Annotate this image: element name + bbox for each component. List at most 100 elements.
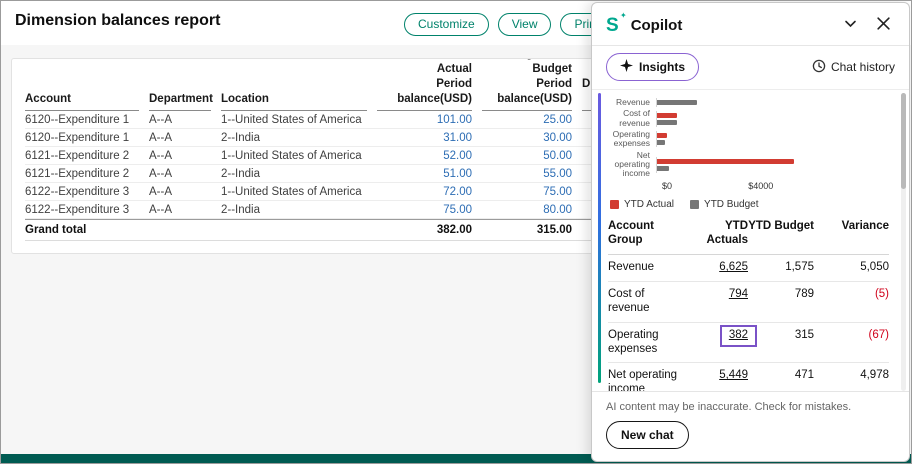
cell-account: 6121--Expenditure 2 xyxy=(25,147,139,164)
collapse-panel-button[interactable] xyxy=(841,14,860,36)
cell-actual-value[interactable]: 75.00 xyxy=(377,201,472,218)
summary-group-label: Net operating income xyxy=(608,369,682,391)
accent-gradient-line xyxy=(598,93,601,383)
summary-group-label: Operating expenses xyxy=(608,329,682,357)
copilot-title: Copilot xyxy=(631,17,841,34)
clock-icon xyxy=(812,59,826,76)
chart-category-label: Revenue xyxy=(608,98,656,107)
report-table-header: Account Department Location Actual Perio… xyxy=(25,79,625,111)
chart-category-label: Operating expenses xyxy=(608,130,656,149)
chart-legend: YTD Actual YTD Budget xyxy=(610,199,889,210)
cell-actual-value[interactable]: 72.00 xyxy=(377,183,472,200)
chart-bar-group xyxy=(656,157,889,173)
summary-group-label: Cost of revenue xyxy=(608,288,682,316)
cell-department: A--A xyxy=(149,201,211,218)
cell-actual-value[interactable]: 51.00 xyxy=(377,165,472,182)
chevron-down-icon xyxy=(843,16,858,34)
cell-location: 1--United States of America xyxy=(221,111,367,128)
copilot-chart-axis: $0 $4000 xyxy=(662,181,889,194)
cell-account: 6120--Expenditure 1 xyxy=(25,129,139,146)
table-row: 6122--Expenditure 3 A--A 1--United State… xyxy=(25,183,625,201)
insights-button[interactable]: Insights xyxy=(606,53,699,81)
chart-axis-tick: $4000 xyxy=(748,181,773,191)
summary-budget-value: 471 xyxy=(748,369,814,383)
summary-budget-value: 315 xyxy=(748,329,814,343)
cell-account: 6122--Expenditure 3 xyxy=(25,183,139,200)
grand-total-budget: 315.00 xyxy=(482,220,572,240)
summary-table-header: Account Group YTD Actuals YTD Budget Var… xyxy=(608,218,889,256)
cell-department: A--A xyxy=(149,111,211,128)
cell-location: 2--India xyxy=(221,165,367,182)
chart-bar-ytd-budget xyxy=(657,100,697,105)
cell-actual-value[interactable]: 52.00 xyxy=(377,147,472,164)
column-header-budget: Budget - Std Budget Period balance(USD) xyxy=(482,79,572,111)
chart-bar-ytd-actual xyxy=(657,159,794,164)
legend-item-actual: YTD Actual xyxy=(610,199,674,210)
cell-budget-value[interactable]: 25.00 xyxy=(482,111,572,128)
cell-budget-value[interactable]: 30.00 xyxy=(482,129,572,146)
table-row: 6122--Expenditure 3 A--A 2--India 75.00 … xyxy=(25,201,625,219)
close-icon xyxy=(876,16,891,34)
cell-department: A--A xyxy=(149,129,211,146)
table-row: 6121--Expenditure 2 A--A 1--United State… xyxy=(25,147,625,165)
cell-budget-value[interactable]: 75.00 xyxy=(482,183,572,200)
ai-disclaimer: AI content may be inaccurate. Check for … xyxy=(592,391,909,418)
table-row: 6120--Expenditure 1 A--A 1--United State… xyxy=(25,111,625,129)
summary-variance-value: (67) xyxy=(814,329,889,343)
cell-department: A--A xyxy=(149,165,211,182)
copilot-content: Revenue Cost of revenue Operating expenses… xyxy=(592,90,909,391)
chart-category-label: Cost of revenue xyxy=(608,109,656,128)
copilot-scrollbar[interactable] xyxy=(901,93,906,391)
copilot-panel: S✦ Copilot Insights xyxy=(591,2,910,462)
new-chat-button[interactable]: New chat xyxy=(606,421,689,449)
app-window: Dimension balances report Customize View… xyxy=(0,0,912,464)
copilot-scrollbar-thumb[interactable] xyxy=(901,93,906,189)
chart-category-row: Operating expenses xyxy=(608,130,889,149)
copilot-chart: Revenue Cost of revenue Operating expenses… xyxy=(608,98,889,194)
copilot-logo-icon: S✦ xyxy=(606,16,619,35)
column-header-department: Department xyxy=(149,79,211,111)
summary-actuals-link[interactable]: 5,449 xyxy=(719,369,748,381)
chart-bar-group xyxy=(656,131,889,147)
cell-actual-value[interactable]: 101.00 xyxy=(377,111,472,128)
column-header-location: Location xyxy=(221,79,367,111)
summary-row-revenue: Revenue 6,625 1,575 5,050 xyxy=(608,255,889,282)
chart-bar-ytd-budget xyxy=(657,120,677,125)
summary-actuals-link[interactable]: 6,625 xyxy=(719,261,748,273)
summary-row-operating-expenses: Operating expenses 382 315 (67) xyxy=(608,323,889,364)
view-button[interactable]: View xyxy=(498,13,552,36)
summary-actuals-link[interactable]: 794 xyxy=(729,288,748,300)
cell-location: 2--India xyxy=(221,129,367,146)
summary-actuals-link[interactable]: 382 xyxy=(729,329,748,341)
copilot-toolbar: Insights Chat history xyxy=(592,46,909,90)
cell-department: A--A xyxy=(149,183,211,200)
chart-category-label: Net operating income xyxy=(608,151,656,179)
page-title: Dimension balances report xyxy=(15,12,220,30)
chat-history-button[interactable]: Chat history xyxy=(812,59,895,76)
summary-budget-value: 1,575 xyxy=(748,261,814,275)
cell-account: 6121--Expenditure 2 xyxy=(25,165,139,182)
chart-category-row: Cost of revenue xyxy=(608,109,889,128)
chart-bar-group xyxy=(656,98,889,107)
legend-swatch-budget xyxy=(690,200,699,209)
grand-total-row: Grand total 382.00 315.00 xyxy=(25,219,625,241)
cell-actual-value[interactable]: 31.00 xyxy=(377,129,472,146)
cell-budget-value[interactable]: 50.00 xyxy=(482,147,572,164)
summary-variance-value: 5,050 xyxy=(814,261,889,275)
chart-bar-ytd-actual xyxy=(657,113,677,118)
chart-axis-tick: $0 xyxy=(662,181,672,191)
column-header-actual: Actual Period balance(USD) xyxy=(377,79,472,111)
chart-category-row: Revenue xyxy=(608,98,889,107)
grand-total-label: Grand total xyxy=(25,220,139,240)
customize-button[interactable]: Customize xyxy=(404,13,489,36)
cell-budget-value[interactable]: 80.00 xyxy=(482,201,572,218)
copilot-header: S✦ Copilot xyxy=(592,3,909,45)
cell-location: 2--India xyxy=(221,201,367,218)
summary-variance-value: 4,978 xyxy=(814,369,889,383)
dimension-balances-table: Account Department Location Actual Perio… xyxy=(25,79,625,241)
summary-group-label: Revenue xyxy=(608,261,682,275)
legend-swatch-actual xyxy=(610,200,619,209)
cell-budget-value[interactable]: 55.00 xyxy=(482,165,572,182)
close-panel-button[interactable] xyxy=(874,14,893,36)
cell-account: 6122--Expenditure 3 xyxy=(25,201,139,218)
